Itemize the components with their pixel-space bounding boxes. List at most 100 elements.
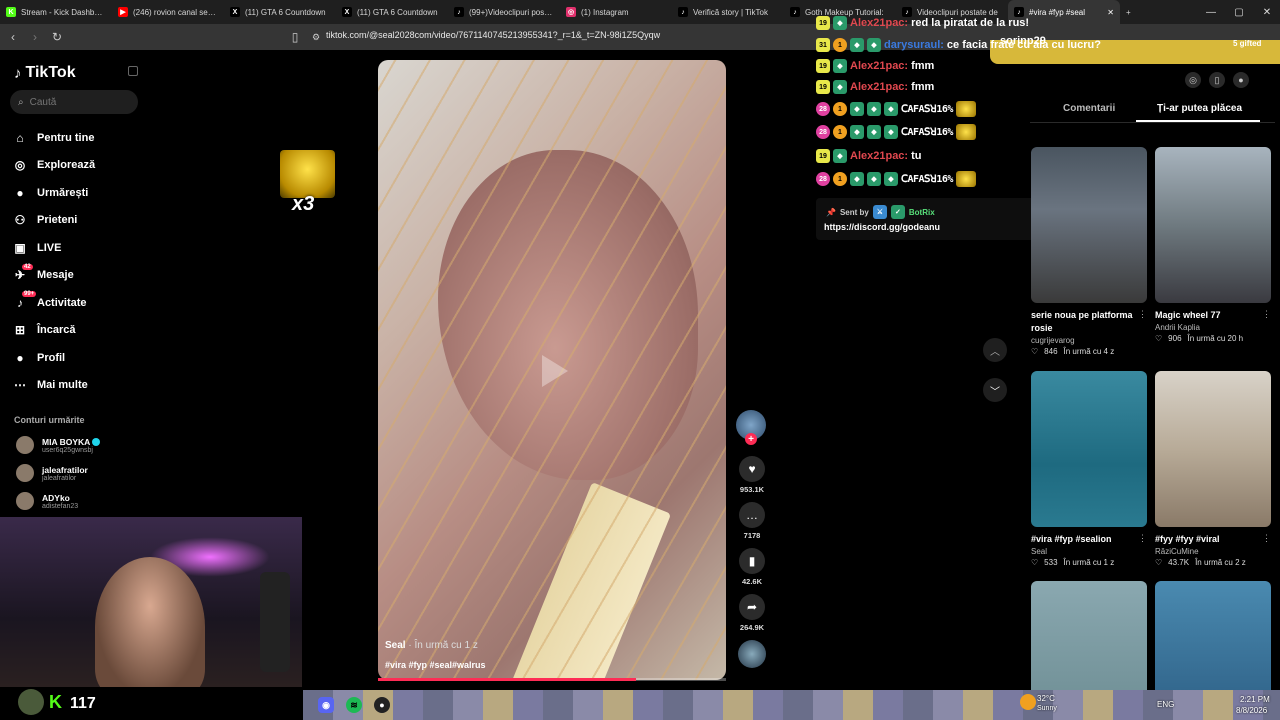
music-disc-icon[interactable] (738, 640, 766, 668)
url-field[interactable]: tiktok.com/@seal2028com/video/7671140745… (326, 30, 660, 40)
nav-item[interactable]: ● Profil (12, 344, 148, 372)
share-icon[interactable]: ➦ (739, 594, 765, 620)
spotify-icon[interactable]: ≋ (346, 697, 362, 713)
weather-icon[interactable] (1020, 694, 1036, 710)
chat-username[interactable]: darysuraul: (884, 39, 944, 51)
browser-tab[interactable]: K Stream - Kick Dashboard (0, 0, 112, 24)
chat-username[interactable]: Alex21pac: (850, 81, 908, 93)
close-window-icon[interactable]: ✕ (1253, 0, 1280, 24)
maximize-icon[interactable]: ▢ (1225, 0, 1253, 24)
minimize-icon[interactable]: — (1197, 0, 1225, 24)
card-author[interactable]: RăziCuMine (1155, 547, 1271, 556)
nav-item[interactable]: ⚇ Prieteni (12, 207, 148, 235)
chat-emote-icon (955, 171, 976, 187)
nav-item[interactable]: ● Urmărești (12, 179, 148, 207)
instagram-icon: ◎ (566, 7, 576, 17)
site-info-icon[interactable]: ⚙ (307, 28, 325, 46)
close-tab-icon[interactable]: ✕ (1107, 8, 1114, 17)
nav-item[interactable]: ⋯ Mai multe (12, 372, 148, 400)
suggested-video-card[interactable]: serie noua pe platforma rosie cugrijevaro… (1031, 147, 1147, 356)
nav-item[interactable]: ♪ 99+ Activitate (12, 289, 148, 317)
video-author-name[interactable]: Seal (385, 640, 406, 651)
chevron-up-icon[interactable]: ︿ (983, 338, 1007, 362)
suggested-video-card[interactable]: #vira #fyp #sealion Seal ♡ 533 În urmă cu 1 … (1031, 371, 1147, 567)
browser-tab[interactable]: ▶ (246) rovion canal secret (112, 0, 224, 24)
comment-icon[interactable]: … (739, 502, 765, 528)
card-title[interactable]: Magic wheel 77 (1155, 309, 1271, 322)
share-action[interactable]: ➦ 264.9K (736, 594, 768, 632)
suggested-video-card[interactable]: Magic wheel 77 Andrii Kaplia ♡ 906 În urmă c… (1155, 147, 1271, 343)
chat-message: 19 ◆ Alex21pac: fmm (816, 59, 934, 73)
language-indicator[interactable]: ENG (1157, 700, 1174, 709)
save-action[interactable]: ▮ 42.6K (736, 548, 768, 586)
followed-account[interactable]: ADYko adistefan23 (16, 492, 78, 510)
video-tags[interactable]: #vira #fyp #seal#walrus (385, 660, 486, 670)
chat-username[interactable]: Alex21pac: (850, 17, 908, 29)
followed-account[interactable]: MIA BOYKA user6q25gwnsbj (16, 436, 101, 454)
video-author[interactable]: Seal · În urmă cu 1 z (385, 640, 478, 651)
bookmark-icon[interactable]: ▯ (286, 28, 304, 46)
tab-suggested[interactable]: Ți-ar putea plăcea (1157, 103, 1242, 114)
heart-icon[interactable]: ♥ (739, 456, 765, 482)
discord-link[interactable]: https://discord.gg/godeanu (824, 222, 940, 232)
weather-temp[interactable]: 32°C (1037, 694, 1055, 703)
nav-item[interactable]: ⊞ Încarcă (12, 317, 148, 345)
video-thumbnail[interactable] (1155, 147, 1271, 303)
video-thumbnail[interactable] (1031, 147, 1147, 303)
viewer-count: 117 (70, 695, 96, 712)
tiktok-logo[interactable]: ♪ TikTok (14, 64, 76, 82)
search-box[interactable]: ⌕ (10, 90, 138, 114)
card-title[interactable]: serie noua pe platforma rosie (1031, 309, 1147, 335)
browser-tab[interactable]: X (11) GTA 6 Countdown (224, 0, 336, 24)
more-options-icon[interactable]: ⋮ (1262, 533, 1271, 544)
nav-item[interactable]: ✈ 42 Mesaje (12, 262, 148, 290)
more-options-icon[interactable]: ⋮ (1138, 309, 1147, 320)
browser-tab[interactable]: ♪ Verifică story | TikTok (672, 0, 784, 24)
video-progress-bar[interactable] (378, 678, 726, 681)
obs-icon[interactable]: ● (374, 697, 390, 713)
card-author[interactable]: Andrii Kaplia (1155, 323, 1271, 332)
forward-icon[interactable]: › (26, 28, 44, 46)
clock-time[interactable]: 2:21 PM (1240, 695, 1270, 704)
play-icon[interactable] (542, 355, 568, 387)
bookmark-save-icon[interactable]: ▮ (739, 548, 765, 574)
more-options-icon[interactable]: ⋮ (1262, 309, 1271, 320)
weather-cond[interactable]: Sunny (1037, 705, 1057, 712)
phone-icon[interactable]: ▯ (1209, 72, 1225, 88)
back-icon[interactable]: ‹ (4, 28, 22, 46)
card-author[interactable]: Seal (1031, 547, 1147, 556)
collapse-sidebar-icon[interactable] (128, 66, 138, 76)
user-avatar-icon[interactable]: ● (1233, 72, 1249, 88)
account-name: jaleafratilor (42, 464, 88, 475)
video-thumbnail[interactable] (1155, 371, 1271, 527)
new-tab-button[interactable]: + (1120, 0, 1140, 24)
sub-badge-icon: 1 (833, 172, 847, 186)
chat-username[interactable]: Alex21pac: (850, 60, 908, 72)
card-title[interactable]: #vira #fyp #sealion (1031, 533, 1147, 546)
card-author[interactable]: cugrijevarog (1031, 336, 1147, 345)
compass-small-icon[interactable]: ◎ (1185, 72, 1201, 88)
nav-item[interactable]: ▣ LIVE (12, 234, 148, 262)
chat-username[interactable]: Alex21pac: (850, 150, 908, 162)
chevron-down-icon[interactable]: ﹀ (983, 378, 1007, 402)
tab-comments[interactable]: Comentarii (1063, 103, 1115, 114)
like-action[interactable]: ♥ 953.1K (736, 456, 768, 494)
comment-action[interactable]: … 7178 (736, 502, 768, 540)
card-title[interactable]: #fyy #fyy #viral (1155, 533, 1271, 546)
clock-date[interactable]: 8/8/2026 (1236, 706, 1267, 715)
suggested-video-card[interactable]: #fyy #fyy #viral RăziCuMine ♡ 43.7K În urmă … (1155, 371, 1271, 567)
nav-item[interactable]: ◎ Explorează (12, 152, 148, 180)
browser-tab[interactable]: X (11) GTA 6 Countdown (336, 0, 448, 24)
search-input[interactable] (29, 96, 130, 108)
reload-icon[interactable]: ↻ (48, 28, 66, 46)
follow-plus-icon[interactable]: + (745, 433, 757, 445)
nav-item[interactable]: ⌂ Pentru tine (12, 124, 148, 152)
followed-account[interactable]: jaleafratilor jaleafratilor (16, 464, 88, 482)
more-options-icon[interactable]: ⋮ (1138, 533, 1147, 544)
discord-icon[interactable]: ◉ (318, 697, 334, 713)
main-nav: ⌂ Pentru tine ◎ Explorează ● Urmărești ⚇ Priete… (12, 124, 148, 399)
creator-avatar[interactable]: + (736, 410, 766, 445)
browser-tab[interactable]: ◎ (1) Instagram (560, 0, 672, 24)
video-thumbnail[interactable] (1031, 371, 1147, 527)
browser-tab[interactable]: ♪ (99+)Videoclipuri postate (448, 0, 560, 24)
